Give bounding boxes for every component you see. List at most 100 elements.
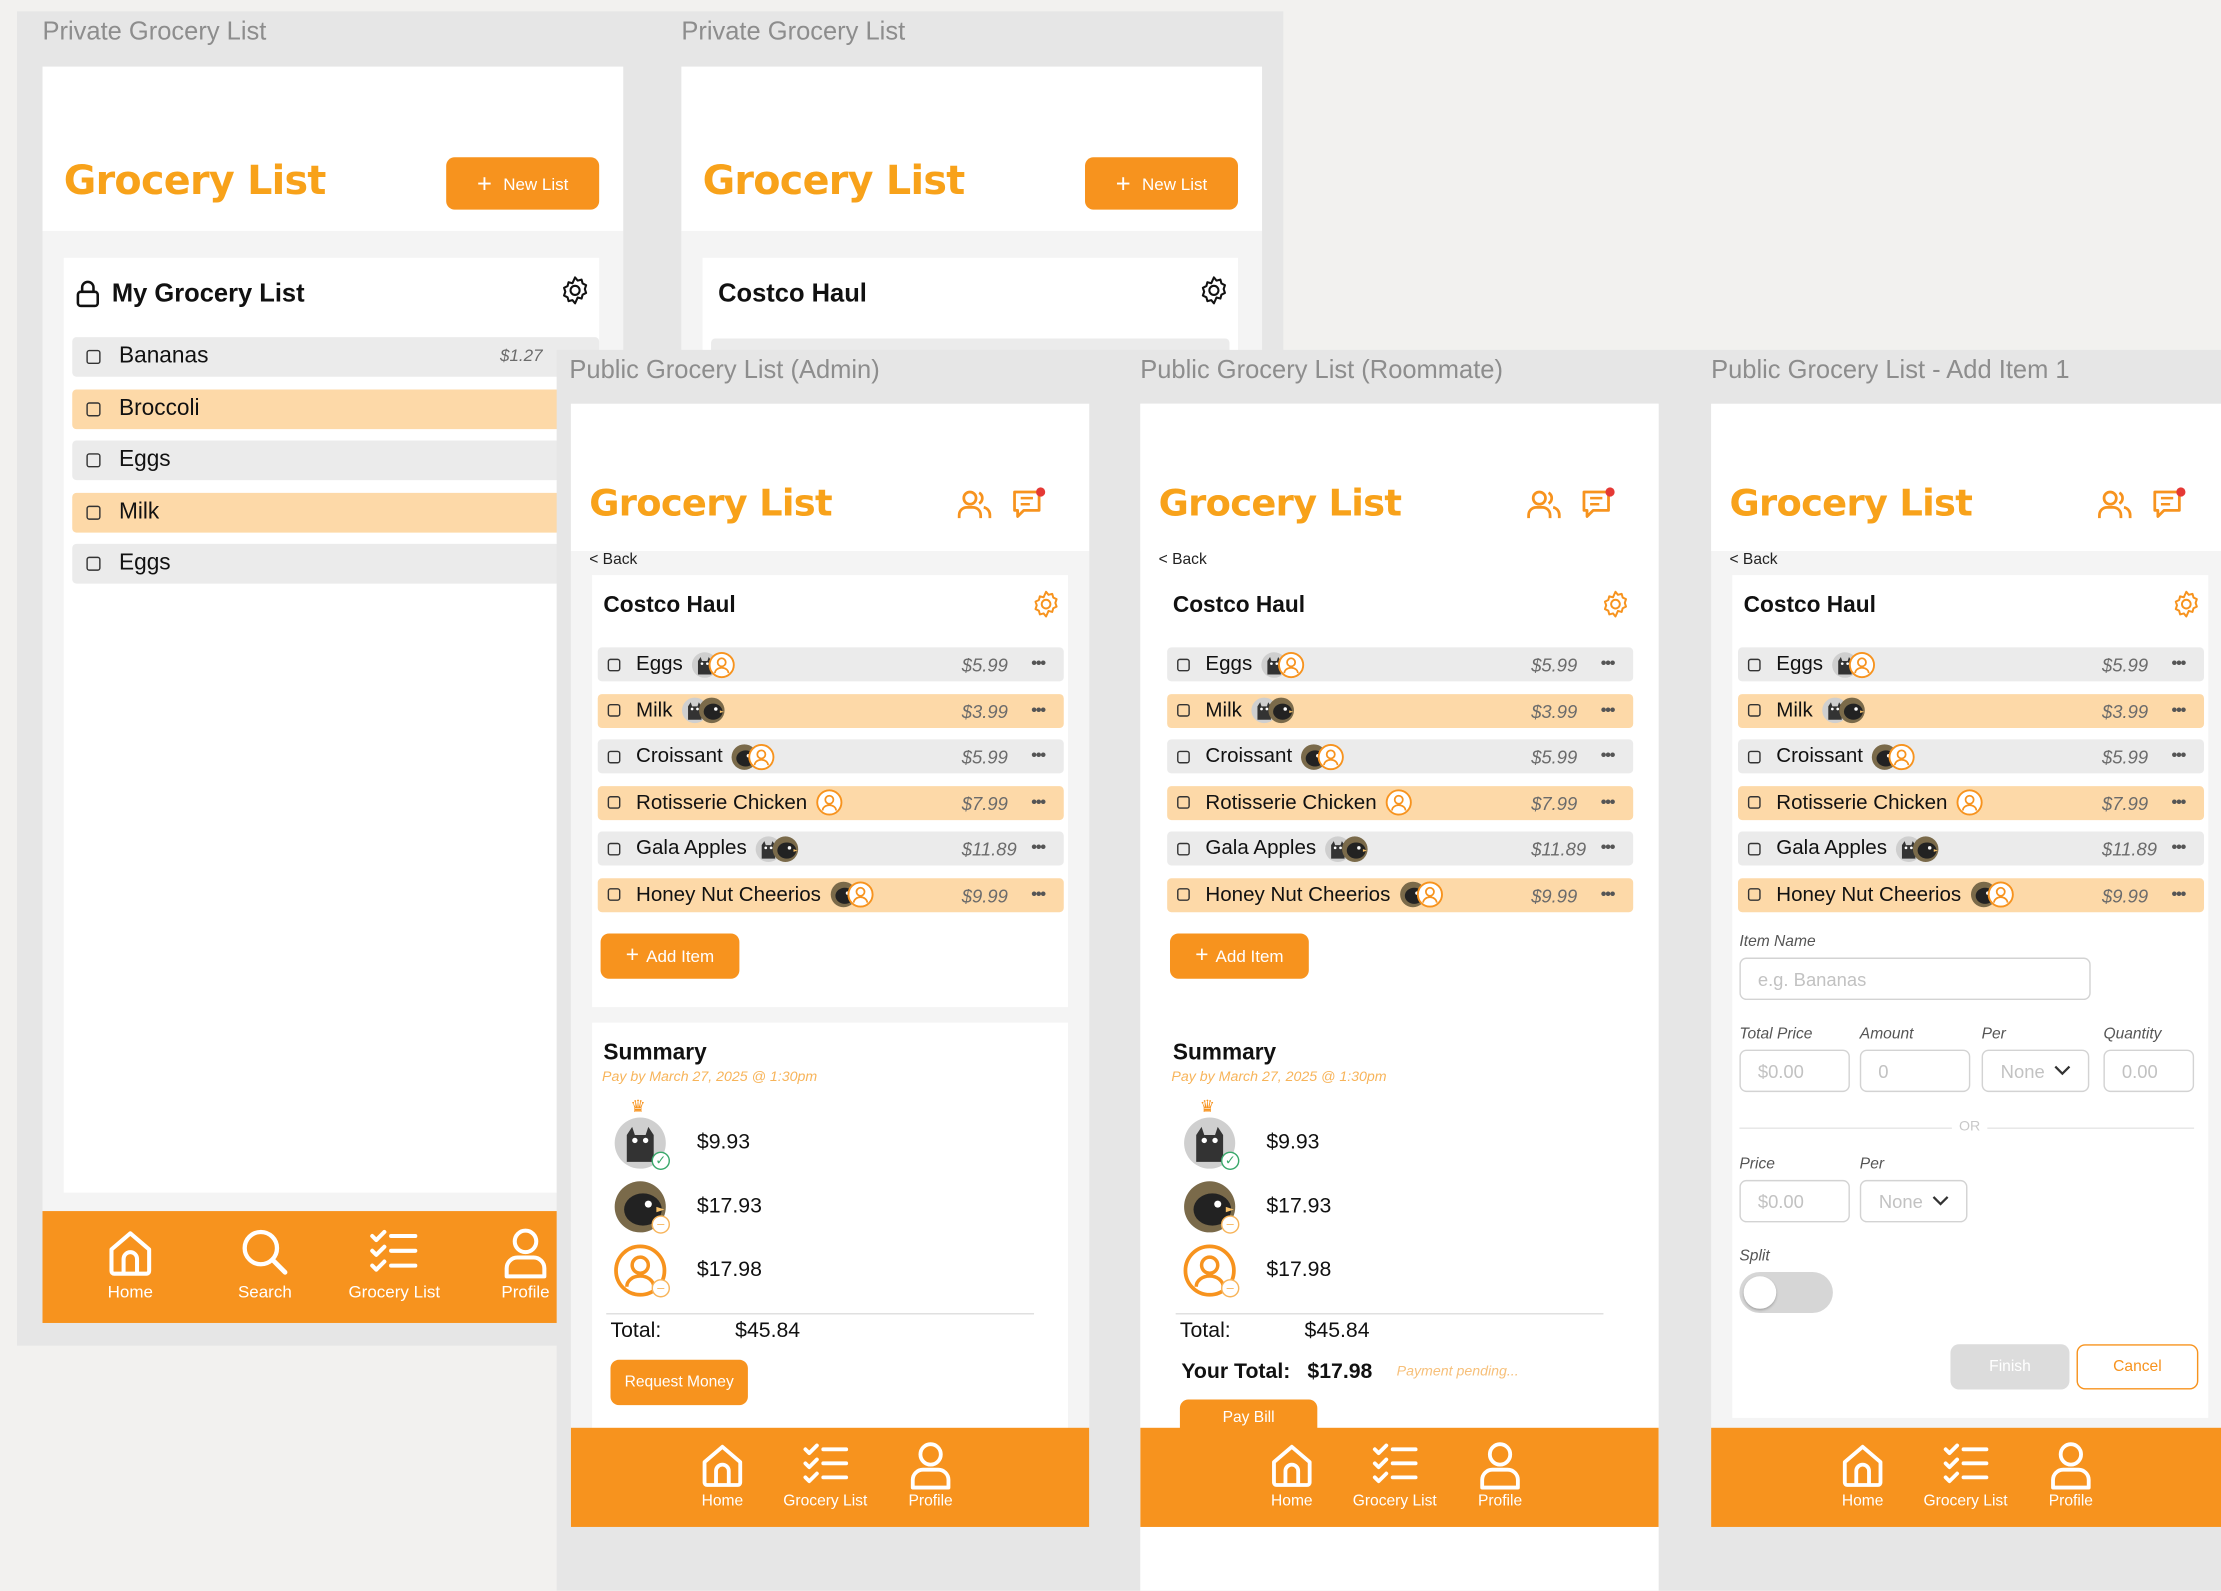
item-checkbox[interactable] bbox=[1177, 842, 1190, 855]
gear-icon[interactable] bbox=[1601, 589, 1631, 619]
item-checkbox[interactable] bbox=[1747, 750, 1761, 763]
more-icon[interactable]: ••• bbox=[1031, 699, 1046, 719]
item-checkbox[interactable] bbox=[86, 504, 101, 520]
item-checkbox[interactable] bbox=[86, 401, 101, 416]
more-icon[interactable]: ••• bbox=[2171, 883, 2186, 903]
nav-profile[interactable]: Profile bbox=[2045, 1439, 2096, 1510]
nav-home[interactable]: Home bbox=[103, 1225, 157, 1302]
item-checkbox[interactable] bbox=[1747, 888, 1761, 901]
split-toggle[interactable] bbox=[1739, 1271, 1833, 1314]
more-icon[interactable]: ••• bbox=[2171, 699, 2186, 719]
item-name-input[interactable]: e.g. Bananas bbox=[1739, 957, 2091, 1001]
list-item[interactable]: Honey Nut Cheerios $9.99 ••• bbox=[597, 877, 1064, 912]
more-icon[interactable]: ••• bbox=[1601, 653, 1616, 673]
back-link[interactable]: < Back bbox=[1729, 551, 1777, 568]
chat-icon[interactable] bbox=[2150, 486, 2187, 523]
more-icon[interactable]: ••• bbox=[2171, 653, 2186, 673]
nav-profile[interactable]: Profile bbox=[497, 1225, 554, 1302]
item-checkbox[interactable] bbox=[1747, 703, 1761, 717]
more-icon[interactable]: ••• bbox=[1601, 883, 1616, 903]
item-checkbox[interactable] bbox=[607, 657, 621, 671]
more-icon[interactable]: ••• bbox=[2171, 791, 2186, 811]
list-item[interactable]: Croissant $5.99 ••• bbox=[1737, 739, 2205, 774]
back-link[interactable]: < Back bbox=[589, 551, 637, 568]
more-icon[interactable]: ••• bbox=[1601, 699, 1616, 719]
list-item[interactable]: Rotisserie Chicken $7.99 ••• bbox=[1737, 785, 2205, 820]
gear-icon[interactable] bbox=[1031, 589, 1061, 619]
item-checkbox[interactable] bbox=[1747, 796, 1761, 809]
more-icon[interactable]: ••• bbox=[1601, 791, 1616, 811]
more-icon[interactable]: ••• bbox=[1031, 883, 1046, 903]
more-icon[interactable]: ••• bbox=[1031, 745, 1046, 765]
nav-grocery-list[interactable]: Grocery List bbox=[1353, 1439, 1437, 1510]
item-checkbox[interactable] bbox=[86, 349, 101, 365]
list-item[interactable]: Milk $3.99 ••• bbox=[1737, 693, 2205, 728]
nav-home[interactable]: Home bbox=[1837, 1439, 1888, 1510]
list-item[interactable]: Gala Apples $11.89 ••• bbox=[1737, 831, 2205, 866]
list-item[interactable]: Honey Nut Cheerios $9.99 ••• bbox=[1737, 877, 2205, 912]
quantity-input[interactable]: 0.00 bbox=[2103, 1049, 2195, 1093]
back-link[interactable]: < Back bbox=[1159, 551, 1207, 568]
more-icon[interactable]: ••• bbox=[1031, 653, 1046, 673]
list-item[interactable]: Eggs $5.99 ••• bbox=[1167, 647, 1634, 682]
item-checkbox[interactable] bbox=[607, 842, 621, 855]
item-checkbox[interactable] bbox=[1177, 750, 1190, 763]
nav-profile[interactable]: Profile bbox=[1475, 1439, 1526, 1510]
per-select[interactable]: None bbox=[1981, 1049, 2090, 1093]
people-icon[interactable] bbox=[956, 486, 993, 523]
chat-icon[interactable] bbox=[1579, 486, 1616, 523]
item-checkbox[interactable] bbox=[1177, 703, 1190, 717]
nav-profile[interactable]: Profile bbox=[905, 1439, 956, 1510]
list-item[interactable]: Eggs $5.99 ••• bbox=[597, 647, 1064, 682]
add-item-button[interactable]: + Add Item bbox=[1169, 933, 1309, 979]
gear-icon[interactable] bbox=[560, 275, 591, 306]
chat-icon[interactable] bbox=[1010, 486, 1047, 523]
finish-button[interactable]: Finish bbox=[1950, 1344, 2070, 1390]
list-item[interactable]: Eggs bbox=[72, 440, 600, 481]
request-money-button[interactable]: Request Money bbox=[610, 1359, 748, 1406]
gear-icon[interactable] bbox=[2171, 589, 2201, 619]
list-item[interactable]: Honey Nut Cheerios $9.99 ••• bbox=[1167, 877, 1634, 912]
nav-grocery-list[interactable]: Grocery List bbox=[1924, 1439, 2008, 1510]
nav-grocery-list[interactable]: Grocery List bbox=[348, 1225, 440, 1302]
list-item[interactable]: Croissant $5.99 ••• bbox=[1167, 739, 1634, 774]
item-checkbox[interactable] bbox=[1177, 888, 1190, 901]
per2-select[interactable]: None bbox=[1859, 1179, 1968, 1223]
nav-home[interactable]: Home bbox=[1266, 1439, 1317, 1510]
list-item[interactable]: Gala Apples $11.89 ••• bbox=[597, 831, 1064, 866]
list-item[interactable]: Eggs $5.99 ••• bbox=[1737, 647, 2205, 682]
list-item[interactable]: Croissant $5.99 ••• bbox=[597, 739, 1064, 774]
list-item[interactable]: Milk $3.99 ••• bbox=[597, 693, 1064, 728]
people-icon[interactable] bbox=[2096, 486, 2133, 523]
more-icon[interactable]: ••• bbox=[1031, 837, 1046, 857]
list-item[interactable]: Eggs bbox=[72, 543, 600, 584]
add-item-button[interactable]: + Add Item bbox=[600, 933, 740, 979]
list-item[interactable]: Gala Apples $11.89 ••• bbox=[1167, 831, 1634, 866]
list-item[interactable]: Milk bbox=[72, 492, 600, 532]
item-checkbox[interactable] bbox=[607, 703, 621, 717]
list-item[interactable]: Rotisserie Chicken $7.99 ••• bbox=[597, 785, 1064, 820]
more-icon[interactable]: ••• bbox=[1601, 745, 1616, 765]
total-price-input[interactable]: $0.00 bbox=[1739, 1049, 1850, 1093]
nav-search[interactable]: Search bbox=[237, 1225, 294, 1302]
item-checkbox[interactable] bbox=[607, 796, 621, 809]
item-checkbox[interactable] bbox=[86, 453, 101, 468]
more-icon[interactable]: ••• bbox=[2171, 745, 2186, 765]
cancel-button[interactable]: Cancel bbox=[2076, 1344, 2199, 1390]
item-checkbox[interactable] bbox=[86, 556, 101, 571]
people-icon[interactable] bbox=[1526, 486, 1563, 523]
item-checkbox[interactable] bbox=[1747, 842, 1761, 855]
gear-icon[interactable] bbox=[1198, 275, 1229, 306]
nav-home[interactable]: Home bbox=[697, 1439, 748, 1510]
more-icon[interactable]: ••• bbox=[1601, 837, 1616, 857]
new-list-button[interactable]: + New List bbox=[446, 157, 600, 210]
list-item[interactable]: Rotisserie Chicken $7.99 ••• bbox=[1167, 785, 1634, 820]
list-item[interactable]: Bananas $1.27 bbox=[72, 337, 600, 377]
item-checkbox[interactable] bbox=[1747, 657, 1761, 671]
price-input[interactable]: $0.00 bbox=[1739, 1179, 1850, 1223]
new-list-button[interactable]: + New List bbox=[1085, 157, 1238, 210]
list-item[interactable]: Milk $3.99 ••• bbox=[1167, 693, 1634, 728]
list-item[interactable]: Broccoli bbox=[72, 388, 600, 429]
more-icon[interactable]: ••• bbox=[2171, 837, 2186, 857]
item-checkbox[interactable] bbox=[607, 888, 621, 901]
